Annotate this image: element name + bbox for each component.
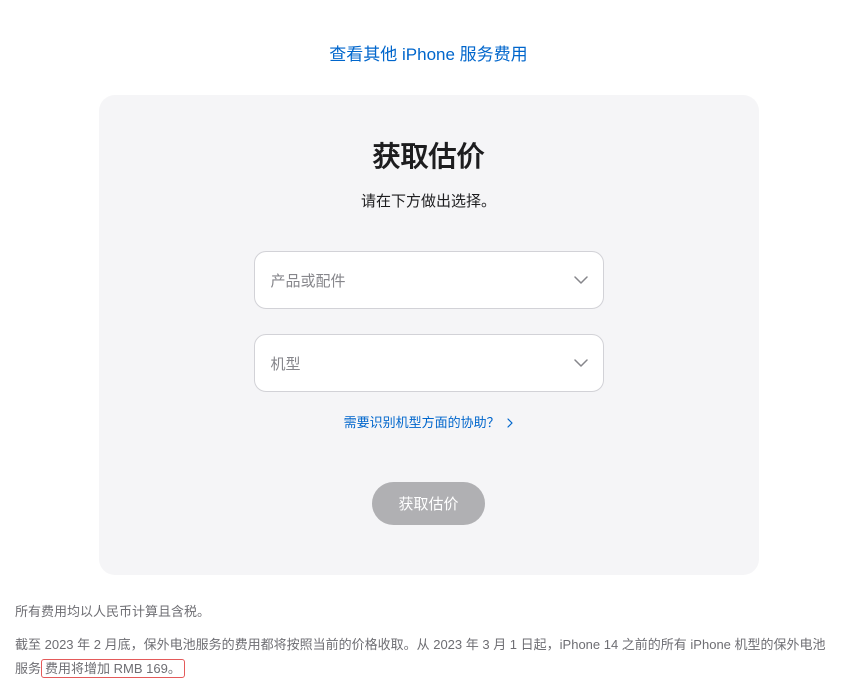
disclaimer-section: 所有费用均以人民币计算且含税。 截至 2023 年 2 月底，保外电池服务的费用… <box>15 600 835 682</box>
model-select-wrapper: 机型 <box>254 334 604 392</box>
get-estimate-button[interactable]: 获取估价 <box>372 482 484 525</box>
disclaimer-tax-note: 所有费用均以人民币计算且含税。 <box>15 600 835 625</box>
page-container: 查看其他 iPhone 服务费用 获取估价 请在下方做出选择。 产品或配件 机型… <box>0 0 857 682</box>
top-link-container: 查看其他 iPhone 服务费用 <box>0 0 857 95</box>
product-select-wrapper: 产品或配件 <box>254 251 604 309</box>
model-select[interactable]: 机型 <box>254 334 604 392</box>
model-select-placeholder: 机型 <box>271 353 301 374</box>
disclaimer-price-note: 截至 2023 年 2 月底，保外电池服务的费用都将按照当前的价格收取。从 20… <box>15 633 835 682</box>
product-select[interactable]: 产品或配件 <box>254 251 604 309</box>
estimate-card: 获取估价 请在下方做出选择。 产品或配件 机型 需要识别机型方面的协助？ <box>99 95 759 575</box>
card-subtitle: 请在下方做出选择。 <box>129 190 729 211</box>
card-title: 获取估价 <box>129 135 729 175</box>
chevron-right-icon <box>507 416 513 431</box>
product-select-placeholder: 产品或配件 <box>271 270 346 291</box>
other-services-link[interactable]: 查看其他 iPhone 服务费用 <box>329 45 527 64</box>
help-link-text: 需要识别机型方面的协助？ <box>344 415 500 430</box>
help-link-container: 需要识别机型方面的协助？ <box>129 412 729 432</box>
disclaimer-highlight: 费用将增加 RMB 169。 <box>41 659 185 678</box>
identify-model-help-link[interactable]: 需要识别机型方面的协助？ <box>344 415 514 430</box>
